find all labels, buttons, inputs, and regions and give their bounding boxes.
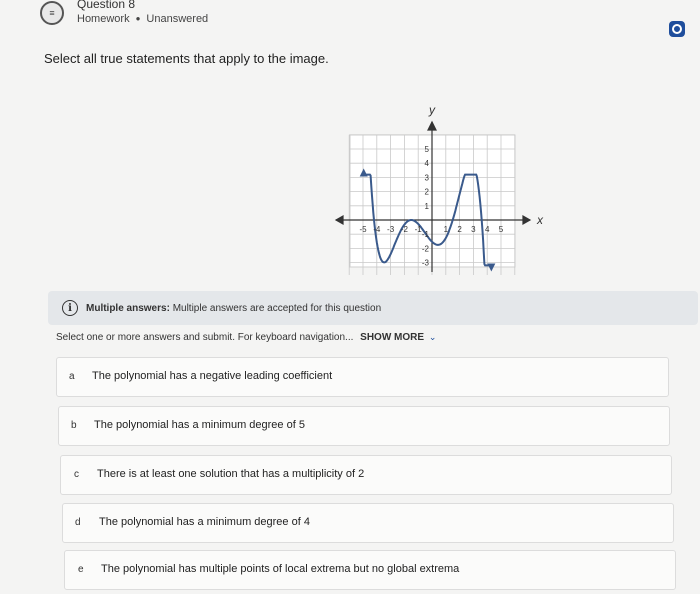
y-tick-label: 3 bbox=[425, 173, 430, 182]
separator-dot: ● bbox=[135, 14, 141, 23]
answer-option-a[interactable]: a The polynomial has a negative leading … bbox=[56, 357, 669, 397]
category-label: Homework bbox=[77, 13, 130, 25]
question-prompt: Select all true statements that apply to… bbox=[44, 51, 329, 66]
x-axis-label: x bbox=[536, 213, 544, 227]
polynomial-graph: -5 -4 -3 -2 -1 1 2 3 4 554321-1-2-3yx bbox=[334, 103, 544, 275]
multiple-answers-info: i Multiple answers: Multiple answers are… bbox=[48, 291, 698, 325]
info-icon: i bbox=[62, 300, 78, 316]
y-tick-label: 2 bbox=[425, 188, 430, 197]
y-tick-label: 5 bbox=[425, 145, 430, 154]
status-label: Unanswered bbox=[146, 13, 209, 25]
option-letter: d bbox=[75, 517, 81, 528]
x-tick-label: -2 bbox=[401, 225, 409, 234]
y-axis-label: y bbox=[428, 103, 436, 117]
chevron-down-icon[interactable]: ⌄ bbox=[429, 332, 437, 342]
x-tick-label: 1 bbox=[444, 225, 449, 234]
answer-option-c[interactable]: c There is at least one solution that ha… bbox=[60, 455, 672, 495]
x-tick-label: 2 bbox=[457, 225, 462, 234]
x-tick-label: -3 bbox=[387, 225, 395, 234]
instructions-line: Select one or more answers and submit. F… bbox=[56, 332, 436, 343]
list-icon: ≡ bbox=[40, 1, 64, 25]
x-axis-arrow bbox=[522, 214, 532, 226]
y-tick-label: -1 bbox=[422, 230, 430, 239]
x-tick-label: 4 bbox=[485, 225, 490, 234]
option-text: The polynomial has a minimum degree of 5 bbox=[94, 419, 305, 431]
instructions-text: Select one or more answers and submit. F… bbox=[56, 332, 354, 343]
option-letter: c bbox=[74, 469, 79, 480]
option-text: The polynomial has a negative leading co… bbox=[92, 370, 333, 382]
y-tick-label: 1 bbox=[425, 202, 430, 211]
x-tick-label: 3 bbox=[471, 225, 476, 234]
x-tick-label: 5 bbox=[499, 225, 504, 234]
answer-option-d[interactable]: d The polynomial has a minimum degree of… bbox=[62, 503, 674, 543]
option-text: The polynomial has multiple points of lo… bbox=[101, 563, 460, 575]
option-letter: e bbox=[78, 564, 84, 575]
answer-option-e[interactable]: e The polynomial has multiple points of … bbox=[64, 550, 676, 590]
question-title: Question 8 bbox=[77, 0, 136, 11]
record-icon[interactable] bbox=[669, 21, 685, 37]
x-axis-arrow-left bbox=[334, 214, 344, 226]
x-tick-label: -4 bbox=[373, 225, 381, 234]
answer-option-b[interactable]: b The polynomial has a minimum degree of… bbox=[58, 406, 670, 446]
info-label: Multiple answers: bbox=[86, 302, 170, 314]
y-axis-arrow bbox=[427, 120, 437, 131]
option-letter: b bbox=[71, 420, 77, 431]
option-text: The polynomial has a minimum degree of 4 bbox=[99, 516, 310, 528]
y-tick-label: -3 bbox=[422, 259, 430, 268]
show-more-link[interactable]: SHOW MORE bbox=[360, 332, 424, 343]
option-letter: a bbox=[69, 371, 75, 382]
y-tick-label: -2 bbox=[422, 244, 430, 253]
x-tick-label: -5 bbox=[359, 225, 367, 234]
question-status-line: Homework ● Unanswered bbox=[77, 13, 208, 25]
y-tick-label: 4 bbox=[425, 159, 430, 168]
option-text: There is at least one solution that has … bbox=[97, 468, 365, 480]
info-text: Multiple answers are accepted for this q… bbox=[172, 302, 382, 314]
